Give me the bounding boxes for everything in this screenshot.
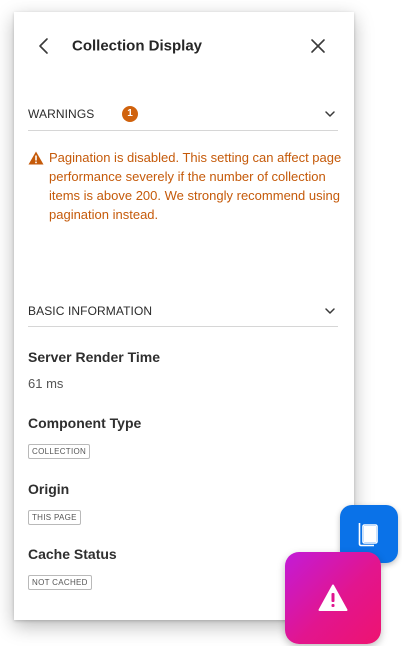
cache-status-label: Cache Status [28,546,117,562]
component-type-label: Component Type [28,415,142,431]
warnings-section-toggle[interactable]: WARNINGS 1 [28,99,338,129]
warning-icon [318,584,348,611]
basic-info-section-toggle[interactable]: BASIC INFORMATION [28,296,338,326]
server-render-time-value: 61 ms [28,376,64,391]
stage: Collection Display WARNINGS 1 Pagination… [0,0,402,646]
collection-display-panel: Collection Display WARNINGS 1 Pagination… [14,12,354,620]
close-button[interactable] [309,37,327,55]
component-type-tag: COLLECTION [28,444,91,459]
panel-title: Collection Display [72,37,203,55]
chevron-down-icon [325,308,335,314]
close-icon [311,39,325,53]
document-icon [358,523,378,547]
warning-triangle-icon [28,151,44,165]
chevron-left-icon [39,38,48,54]
warnings-count-badge: 1 [122,106,138,122]
basic-info-section-title: BASIC INFORMATION [28,304,153,318]
alert-button[interactable] [285,552,381,644]
basic-info-divider [28,326,338,327]
cache-status-tag: NOT CACHED [28,575,92,590]
warnings-section-title: WARNINGS [28,107,95,121]
warning-text: Pagination is disabled. This setting can… [49,150,342,222]
chevron-down-icon [325,111,335,117]
origin-tag: THIS PAGE [28,510,81,525]
warnings-divider [28,130,338,131]
back-button[interactable] [34,34,54,58]
origin-label: Origin [28,481,70,497]
panel-header: Collection Display [14,12,354,80]
server-render-time-label: Server Render Time [28,349,161,365]
